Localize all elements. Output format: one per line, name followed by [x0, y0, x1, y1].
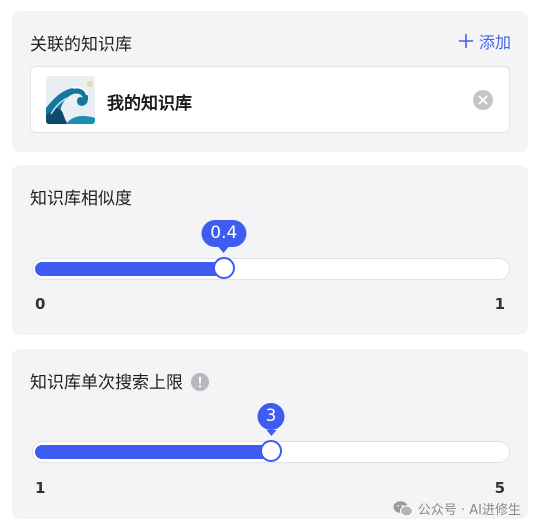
similarity-slider-fill [35, 262, 224, 276]
similarity-title: 知识库相似度 [30, 189, 132, 209]
search-limit-min-label: 1 [35, 479, 46, 497]
search-limit-card: 知识库单次搜索上限 3 1 5 [12, 349, 528, 519]
page: 关联的知识库 添加 我的知识库 知识库相似度 0.4 0 1 知识库单次搜索上限… [0, 0, 537, 530]
knowledge-base-name: 我的知识库 [107, 94, 192, 114]
remove-circle-icon[interactable] [473, 90, 493, 110]
search-limit-slider-fill [35, 445, 271, 459]
search-limit-title: 知识库单次搜索上限 [30, 373, 183, 393]
knowledge-base-item[interactable]: 我的知识库 [30, 66, 510, 133]
search-limit-slider-thumb[interactable] [260, 440, 282, 462]
search-limit-title-row: 知识库单次搜索上限 [30, 368, 209, 393]
info-icon[interactable] [191, 373, 209, 391]
add-knowledge-base-button[interactable]: 添加 [458, 29, 511, 53]
similarity-slider-thumb[interactable] [212, 257, 235, 279]
search-limit-slider[interactable]: 3 [32, 403, 510, 463]
wechat-icon [393, 501, 413, 517]
knowledge-base-title: 关联的知识库 [30, 35, 132, 55]
add-label: 添加 [478, 33, 511, 52]
similarity-value-bubble: 0.4 [201, 220, 247, 253]
similarity-slider[interactable]: 0.4 [32, 220, 510, 280]
watermark-text: 公众号 · AI进修生 [417, 503, 521, 518]
plus-icon [458, 33, 474, 49]
search-limit-max-label: 5 [494, 479, 505, 497]
similarity-min-label: 0 [35, 295, 46, 313]
search-limit-value-bubble: 3 [257, 403, 285, 436]
wave-thumbnail-icon [46, 76, 95, 124]
watermark: 公众号 · AI进修生 [393, 499, 521, 518]
similarity-max-label: 1 [494, 295, 505, 313]
knowledge-base-card: 关联的知识库 添加 我的知识库 [12, 11, 528, 152]
similarity-card: 知识库相似度 0.4 0 1 [12, 165, 528, 335]
